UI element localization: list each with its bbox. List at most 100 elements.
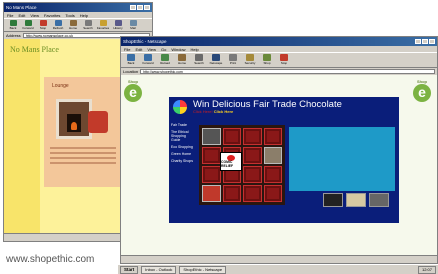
chocolate-tile [243, 185, 262, 202]
side-menu-item[interactable]: Fair Trade [171, 123, 195, 127]
menu-file[interactable]: File [124, 47, 130, 52]
close-icon[interactable] [429, 39, 435, 44]
photo-tile [202, 128, 221, 145]
promo-info-column [289, 127, 395, 191]
front-window-title: ShopEthic - Netscape [123, 39, 167, 44]
toolbar-label: Back [9, 26, 17, 30]
side-menu-item[interactable]: Eco Shopping [171, 145, 195, 149]
photo-tile [202, 185, 221, 202]
brand-e-icon: e [413, 84, 431, 102]
mail-button[interactable]: Mail [127, 20, 139, 32]
menu-view[interactable]: View [147, 47, 156, 52]
front-address-bar: Location http://www.shopethic.com [121, 68, 437, 75]
netscape-button[interactable]: Netscape [209, 54, 223, 68]
thumbnail-image[interactable] [369, 193, 389, 207]
front-toolbar: Back Forward Reload Home Search Netscape… [121, 52, 437, 68]
toolbar-label: Forward [142, 61, 154, 65]
search-button[interactable]: Search [192, 54, 206, 68]
window-controls [415, 39, 435, 44]
history-button[interactable]: History [112, 20, 124, 32]
minimize-icon[interactable] [415, 39, 421, 44]
back-window-title: No Mans Place [6, 5, 37, 10]
chocolate-promo: Win Delicious Fair Trade Chocolate Click… [169, 97, 399, 223]
taskbar: Start Inbox - Outlook ShopEthic - Netsca… [118, 264, 438, 274]
home-button[interactable]: Home [175, 54, 189, 68]
minimize-icon[interactable] [130, 5, 136, 10]
toolbar-label: Back [127, 61, 135, 65]
menu-tools[interactable]: Tools [65, 13, 74, 18]
taskbar-item[interactable]: ShopEthic - Netscape [179, 265, 227, 274]
stop-button[interactable]: Stop [37, 20, 49, 32]
comic-relief-logo[interactable]: COMIC RELIEF [220, 152, 242, 171]
toolbar-label: History [113, 26, 123, 30]
refresh-button[interactable]: Refresh [52, 20, 64, 32]
home-button[interactable]: Home [67, 20, 79, 32]
menu-help[interactable]: Help [80, 13, 88, 18]
text-line [50, 152, 116, 154]
shop-button[interactable]: Shop [260, 54, 274, 68]
side-menu-item[interactable]: Charity Shops [171, 159, 195, 163]
text-line [50, 147, 116, 149]
menu-help[interactable]: Help [191, 47, 199, 52]
netscape-icon [212, 54, 220, 61]
toolbar-label: Shop [263, 61, 271, 65]
thumbnail-image[interactable] [346, 193, 366, 207]
back-button[interactable]: Back [124, 54, 138, 68]
side-menu-item[interactable]: Green Home [171, 152, 195, 156]
back-window-titlebar[interactable]: No Mans Place [4, 3, 152, 12]
reload-button[interactable]: Reload [158, 54, 172, 68]
printer-icon [229, 54, 237, 61]
menu-edit[interactable]: Edit [18, 13, 25, 18]
toolbar-label: Home [177, 61, 186, 65]
stop-button[interactable]: Stop [277, 54, 291, 68]
print-button[interactable]: Print [226, 54, 240, 68]
search-icon [195, 54, 203, 61]
menu-favorites[interactable]: Favorites [44, 13, 60, 18]
favorites-button[interactable]: Favorites [97, 20, 109, 32]
flame-icon [71, 122, 77, 130]
lock-icon [246, 54, 254, 61]
menu-view[interactable]: View [30, 13, 39, 18]
home-icon [178, 54, 186, 61]
text-line [50, 157, 116, 159]
thumbnail-image[interactable] [323, 193, 343, 207]
brand-logo-right[interactable]: Shop e [413, 79, 431, 102]
promo-click-here[interactable]: Click Here! [193, 109, 213, 114]
toolbar-label: Search [83, 26, 93, 30]
close-icon[interactable] [144, 5, 150, 10]
forward-button[interactable]: Forward [141, 54, 155, 68]
shop-icon [263, 54, 271, 61]
chocolate-tile [202, 166, 221, 183]
promo-side-menu: Fair Trade The Ethical Shopping Guide Ec… [171, 123, 195, 166]
location-input[interactable]: http://www.shopethic.com [140, 69, 435, 74]
window-controls [130, 5, 150, 10]
stop-icon [280, 54, 288, 61]
toolbar-label: Forward [22, 26, 34, 30]
brand-e-icon: e [124, 84, 142, 102]
fireplace-image [56, 99, 92, 139]
security-button[interactable]: Security [243, 54, 257, 68]
taskbar-item[interactable]: Inbox - Outlook [141, 265, 177, 274]
maximize-icon[interactable] [422, 39, 428, 44]
menu-file[interactable]: File [7, 13, 13, 18]
maximize-icon[interactable] [137, 5, 143, 10]
menu-edit[interactable]: Edit [135, 47, 142, 52]
location-label: Location [123, 69, 139, 74]
menu-go[interactable]: Go [161, 47, 166, 52]
brand-logo-left[interactable]: Shop e [124, 79, 142, 102]
front-window-titlebar[interactable]: ShopEthic - Netscape [121, 37, 437, 46]
back-page-logo: No Mans Place [10, 45, 59, 54]
chocolate-tile [263, 166, 282, 183]
back-button[interactable]: Back [7, 20, 19, 32]
forward-button[interactable]: Forward [22, 20, 34, 32]
site-url-caption: www.shopethic.com [6, 254, 95, 265]
front-browser-window[interactable]: ShopEthic - Netscape File Edit View Go W… [120, 36, 438, 264]
menu-window[interactable]: Window [171, 47, 185, 52]
toolbar-label: Favorites [96, 26, 110, 30]
promo-click-here-link[interactable]: Click Here [214, 109, 234, 114]
start-button[interactable]: Start [120, 265, 139, 274]
search-button[interactable]: Search [82, 20, 94, 32]
side-menu-item[interactable]: The Ethical Shopping Guide [171, 130, 195, 142]
promo-thumbnails [323, 193, 389, 207]
chocolate-tile [263, 185, 282, 202]
